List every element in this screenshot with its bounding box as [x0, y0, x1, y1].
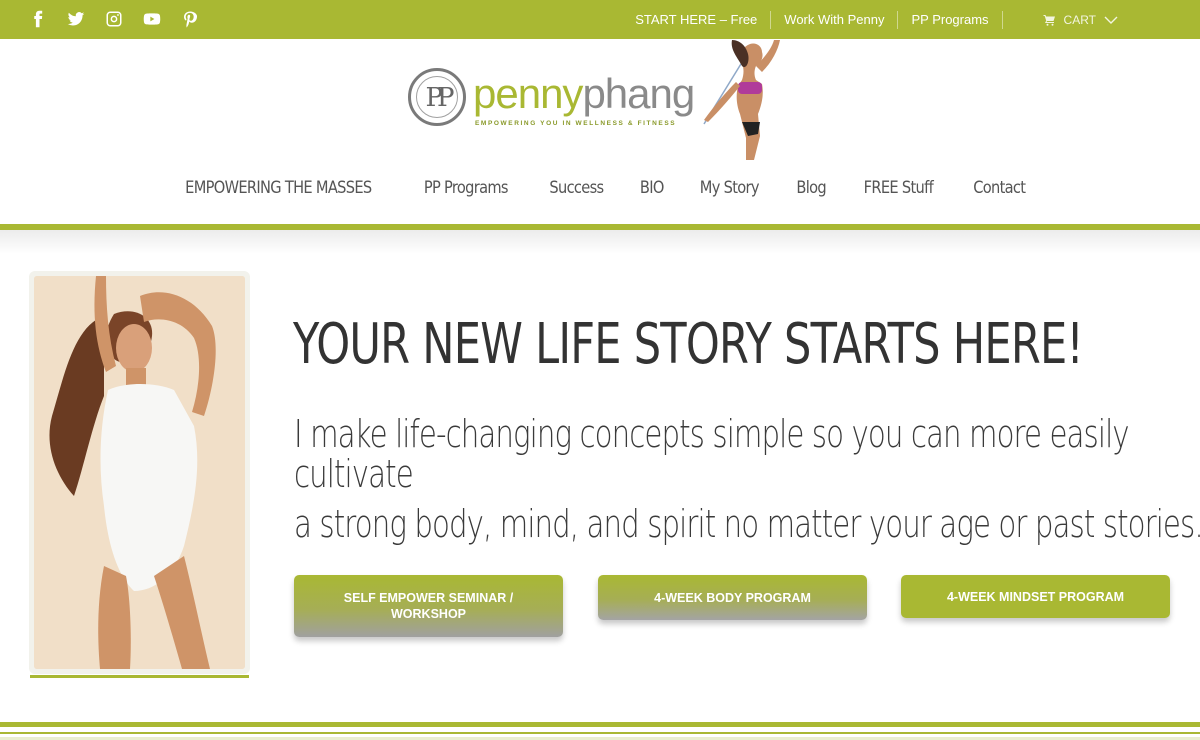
logo-monogram: PP — [408, 68, 466, 126]
self-empower-seminar-button[interactable]: SELF EMPOWER SEMINAR / WORKSHOP — [294, 575, 563, 637]
hero-photo-frame — [29, 271, 250, 674]
nav-item-empowering-the-masses[interactable]: EMPOWERING THE MASSES — [186, 178, 373, 198]
nav-item-contact[interactable]: Contact — [973, 178, 1026, 198]
nav-shadow — [0, 230, 1200, 254]
top-link-pp-programs[interactable]: PP Programs — [898, 10, 1003, 29]
logo-fitness-figure — [703, 40, 780, 160]
top-link-start-here[interactable]: START HERE – Free — [622, 10, 772, 29]
main-nav: EMPOWERING THE MASSES PP Programs Succes… — [0, 178, 1200, 198]
nav-item-blog[interactable]: Blog — [796, 178, 826, 198]
top-bar: START HERE – Free Work With Penny PP Pro… — [0, 0, 1200, 39]
chevron-down-icon — [1104, 16, 1118, 24]
nav-item-my-story[interactable]: My Story — [700, 178, 760, 198]
nav-item-pp-programs[interactable]: PP Programs — [424, 178, 509, 198]
twitter-icon[interactable] — [66, 9, 86, 29]
hero-photo — [34, 276, 245, 669]
pinterest-icon[interactable] — [180, 9, 200, 29]
facebook-icon[interactable] — [28, 9, 48, 29]
instagram-icon[interactable] — [104, 9, 124, 29]
hero-subline-1: I make life-changing concepts simple so … — [294, 412, 1130, 456]
body-program-button[interactable]: 4-WEEK BODY PROGRAM — [598, 575, 867, 620]
logo-tagline: EMPOWERING YOU IN WELLNESS & FITNESS — [475, 120, 677, 127]
photo-underline — [30, 675, 249, 678]
section-divider — [0, 722, 1200, 727]
mindset-program-button[interactable]: 4-WEEK MINDSET PROGRAM — [901, 575, 1170, 618]
cart-button[interactable]: CART — [1043, 13, 1118, 27]
hero-subline-2: cultivate — [294, 452, 414, 496]
top-links: START HERE – Free Work With Penny PP Pro… — [622, 0, 1200, 39]
nav-item-free-stuff[interactable]: FREE Stuff — [864, 178, 934, 198]
social-links — [28, 9, 200, 29]
hero-headline: YOUR NEW LIFE STORY STARTS HERE! — [293, 312, 1084, 377]
site-logo[interactable]: PP pennyphang EMPOWERING YOU IN WELLNESS… — [407, 40, 797, 160]
section-divider-thin — [0, 732, 1200, 734]
hero-subline-3: a strong body, mind, and spirit no matte… — [294, 502, 1200, 546]
top-link-work-with-penny[interactable]: Work With Penny — [771, 10, 899, 29]
logo-wordmark: pennyphang — [473, 70, 695, 117]
youtube-icon[interactable] — [142, 9, 162, 29]
cart-label: CART — [1063, 12, 1096, 27]
nav-item-bio[interactable]: BIO — [640, 178, 664, 198]
nav-item-success[interactable]: Success — [549, 178, 604, 198]
cart-icon — [1043, 14, 1055, 26]
